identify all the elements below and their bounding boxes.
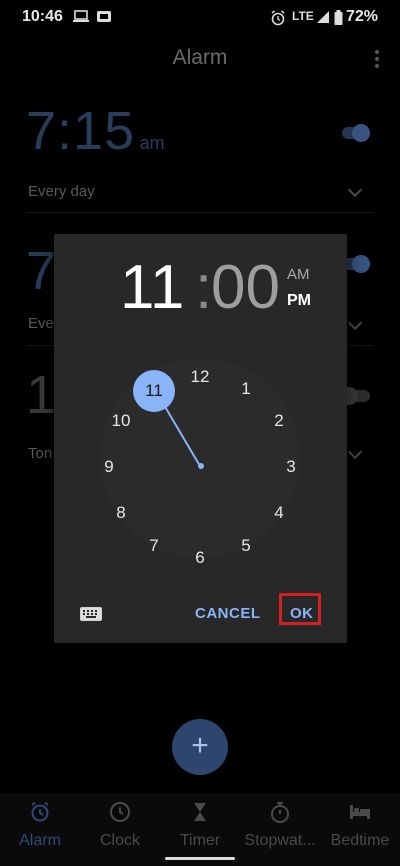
laptop-icon: [73, 10, 89, 22]
clock-number-4[interactable]: 4: [264, 501, 294, 525]
ok-button[interactable]: OK: [290, 605, 314, 622]
alarm-item-3[interactable]: 1: [26, 364, 57, 426]
alarm-time: 7: [26, 241, 58, 301]
clock-number-12[interactable]: 12: [185, 365, 215, 389]
clock-number-7[interactable]: 7: [139, 534, 169, 558]
alarm-clock-icon: [271, 10, 285, 26]
alarm-item-2[interactable]: 7: [26, 240, 57, 302]
alarm-1-toggle-knob: [352, 124, 370, 142]
clock-number-11-selected[interactable]: 11: [133, 370, 175, 412]
clock-number-8[interactable]: 8: [106, 501, 136, 525]
am-toggle[interactable]: AM: [287, 266, 310, 283]
clock-number-10[interactable]: 10: [106, 409, 136, 433]
battery-percent: 72%: [345, 8, 378, 25]
time-picker-dialog: 11 : 00 AM PM 12 1 2 3 4 5 6 7 8 9 10 11…: [54, 234, 347, 643]
nav-alarm[interactable]: Alarm: [0, 793, 80, 850]
chevron-down-icon[interactable]: [347, 182, 363, 198]
hour-display[interactable]: 11: [120, 252, 184, 323]
chevron-down-icon[interactable]: [347, 444, 363, 460]
clock-number-1[interactable]: 1: [231, 377, 261, 401]
nav-label: Timer: [179, 832, 221, 849]
nav-stopwatch[interactable]: Stopwat...: [240, 793, 320, 850]
bed-icon: [350, 805, 370, 819]
battery-icon: [334, 10, 343, 25]
chevron-down-icon[interactable]: [347, 315, 363, 331]
pm-toggle[interactable]: PM: [287, 292, 311, 310]
more-options-icon[interactable]: [374, 50, 380, 71]
signal-icon: [317, 11, 329, 23]
clock-center-dot: [198, 463, 204, 469]
app-title: Alarm: [172, 46, 228, 69]
alarm-item-1[interactable]: 7:15 am: [26, 100, 165, 162]
clock-number-5[interactable]: 5: [231, 534, 261, 558]
alarm-repeat: Eve: [28, 315, 54, 332]
nav-clock[interactable]: Clock: [80, 793, 160, 850]
stopwatch-icon: [271, 802, 289, 823]
status-time: 10:46: [22, 8, 63, 25]
home-indicator[interactable]: [165, 857, 235, 860]
clock-number-9[interactable]: 9: [94, 455, 124, 479]
clock-number-3[interactable]: 3: [276, 455, 306, 479]
notification-app-icon: [97, 11, 111, 22]
alarm-label: Ton: [28, 445, 53, 462]
clock-number-2[interactable]: 2: [264, 409, 294, 433]
bottom-navigation: Alarm Clock Timer Stopwat... Bedtime: [0, 793, 400, 866]
add-alarm-button[interactable]: +: [172, 719, 228, 775]
hourglass-icon: [194, 803, 206, 821]
status-bar: 10:46 LTE 72%: [0, 0, 400, 34]
nav-timer[interactable]: Timer: [160, 793, 240, 850]
nav-label: Stopwat...: [244, 832, 316, 849]
divider: [26, 212, 374, 213]
minute-display[interactable]: 00: [211, 252, 280, 323]
clock-icon: [110, 802, 130, 822]
nav-label: Clock: [99, 832, 140, 849]
alarm-icon: [31, 801, 49, 822]
alarm-time: 1: [26, 365, 58, 425]
nav-label: Bedtime: [330, 832, 390, 849]
network-type: LTE: [292, 9, 314, 23]
time-separator: :: [195, 253, 213, 322]
alarm-time: 7:15: [26, 101, 136, 161]
keyboard-icon[interactable]: [80, 607, 102, 621]
alarm-ampm: am: [139, 133, 165, 153]
nav-label: Alarm: [19, 832, 61, 849]
alarm-repeat: Every day: [28, 183, 95, 200]
clock-number-6[interactable]: 6: [185, 546, 215, 570]
nav-bedtime[interactable]: Bedtime: [320, 793, 400, 850]
alarm-2-toggle-knob: [352, 255, 370, 273]
cancel-button[interactable]: CANCEL: [195, 605, 261, 622]
